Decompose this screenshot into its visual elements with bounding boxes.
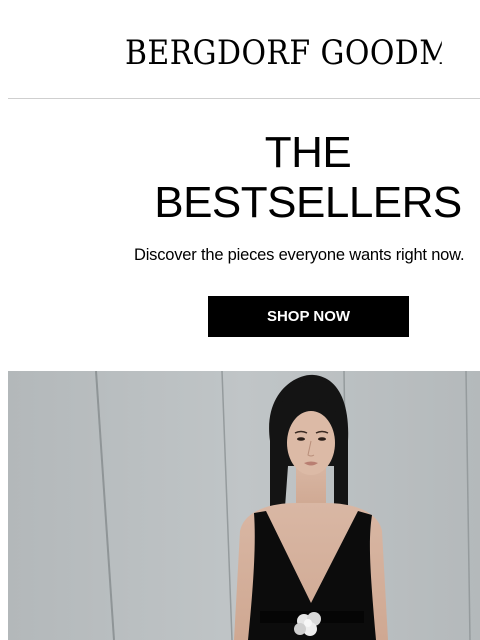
- headline-line-2: BESTSELLERS: [154, 178, 462, 227]
- hero-image[interactable]: [8, 371, 480, 640]
- shop-now-button[interactable]: SHOP NOW: [208, 296, 409, 337]
- brand-logo[interactable]: BERGDORF GOODMAN: [125, 30, 442, 76]
- header-divider: [8, 98, 480, 99]
- subheadline: Discover the pieces everyone wants right…: [134, 246, 465, 264]
- model-photo: [8, 371, 480, 640]
- headline-line-1: THE: [264, 128, 352, 177]
